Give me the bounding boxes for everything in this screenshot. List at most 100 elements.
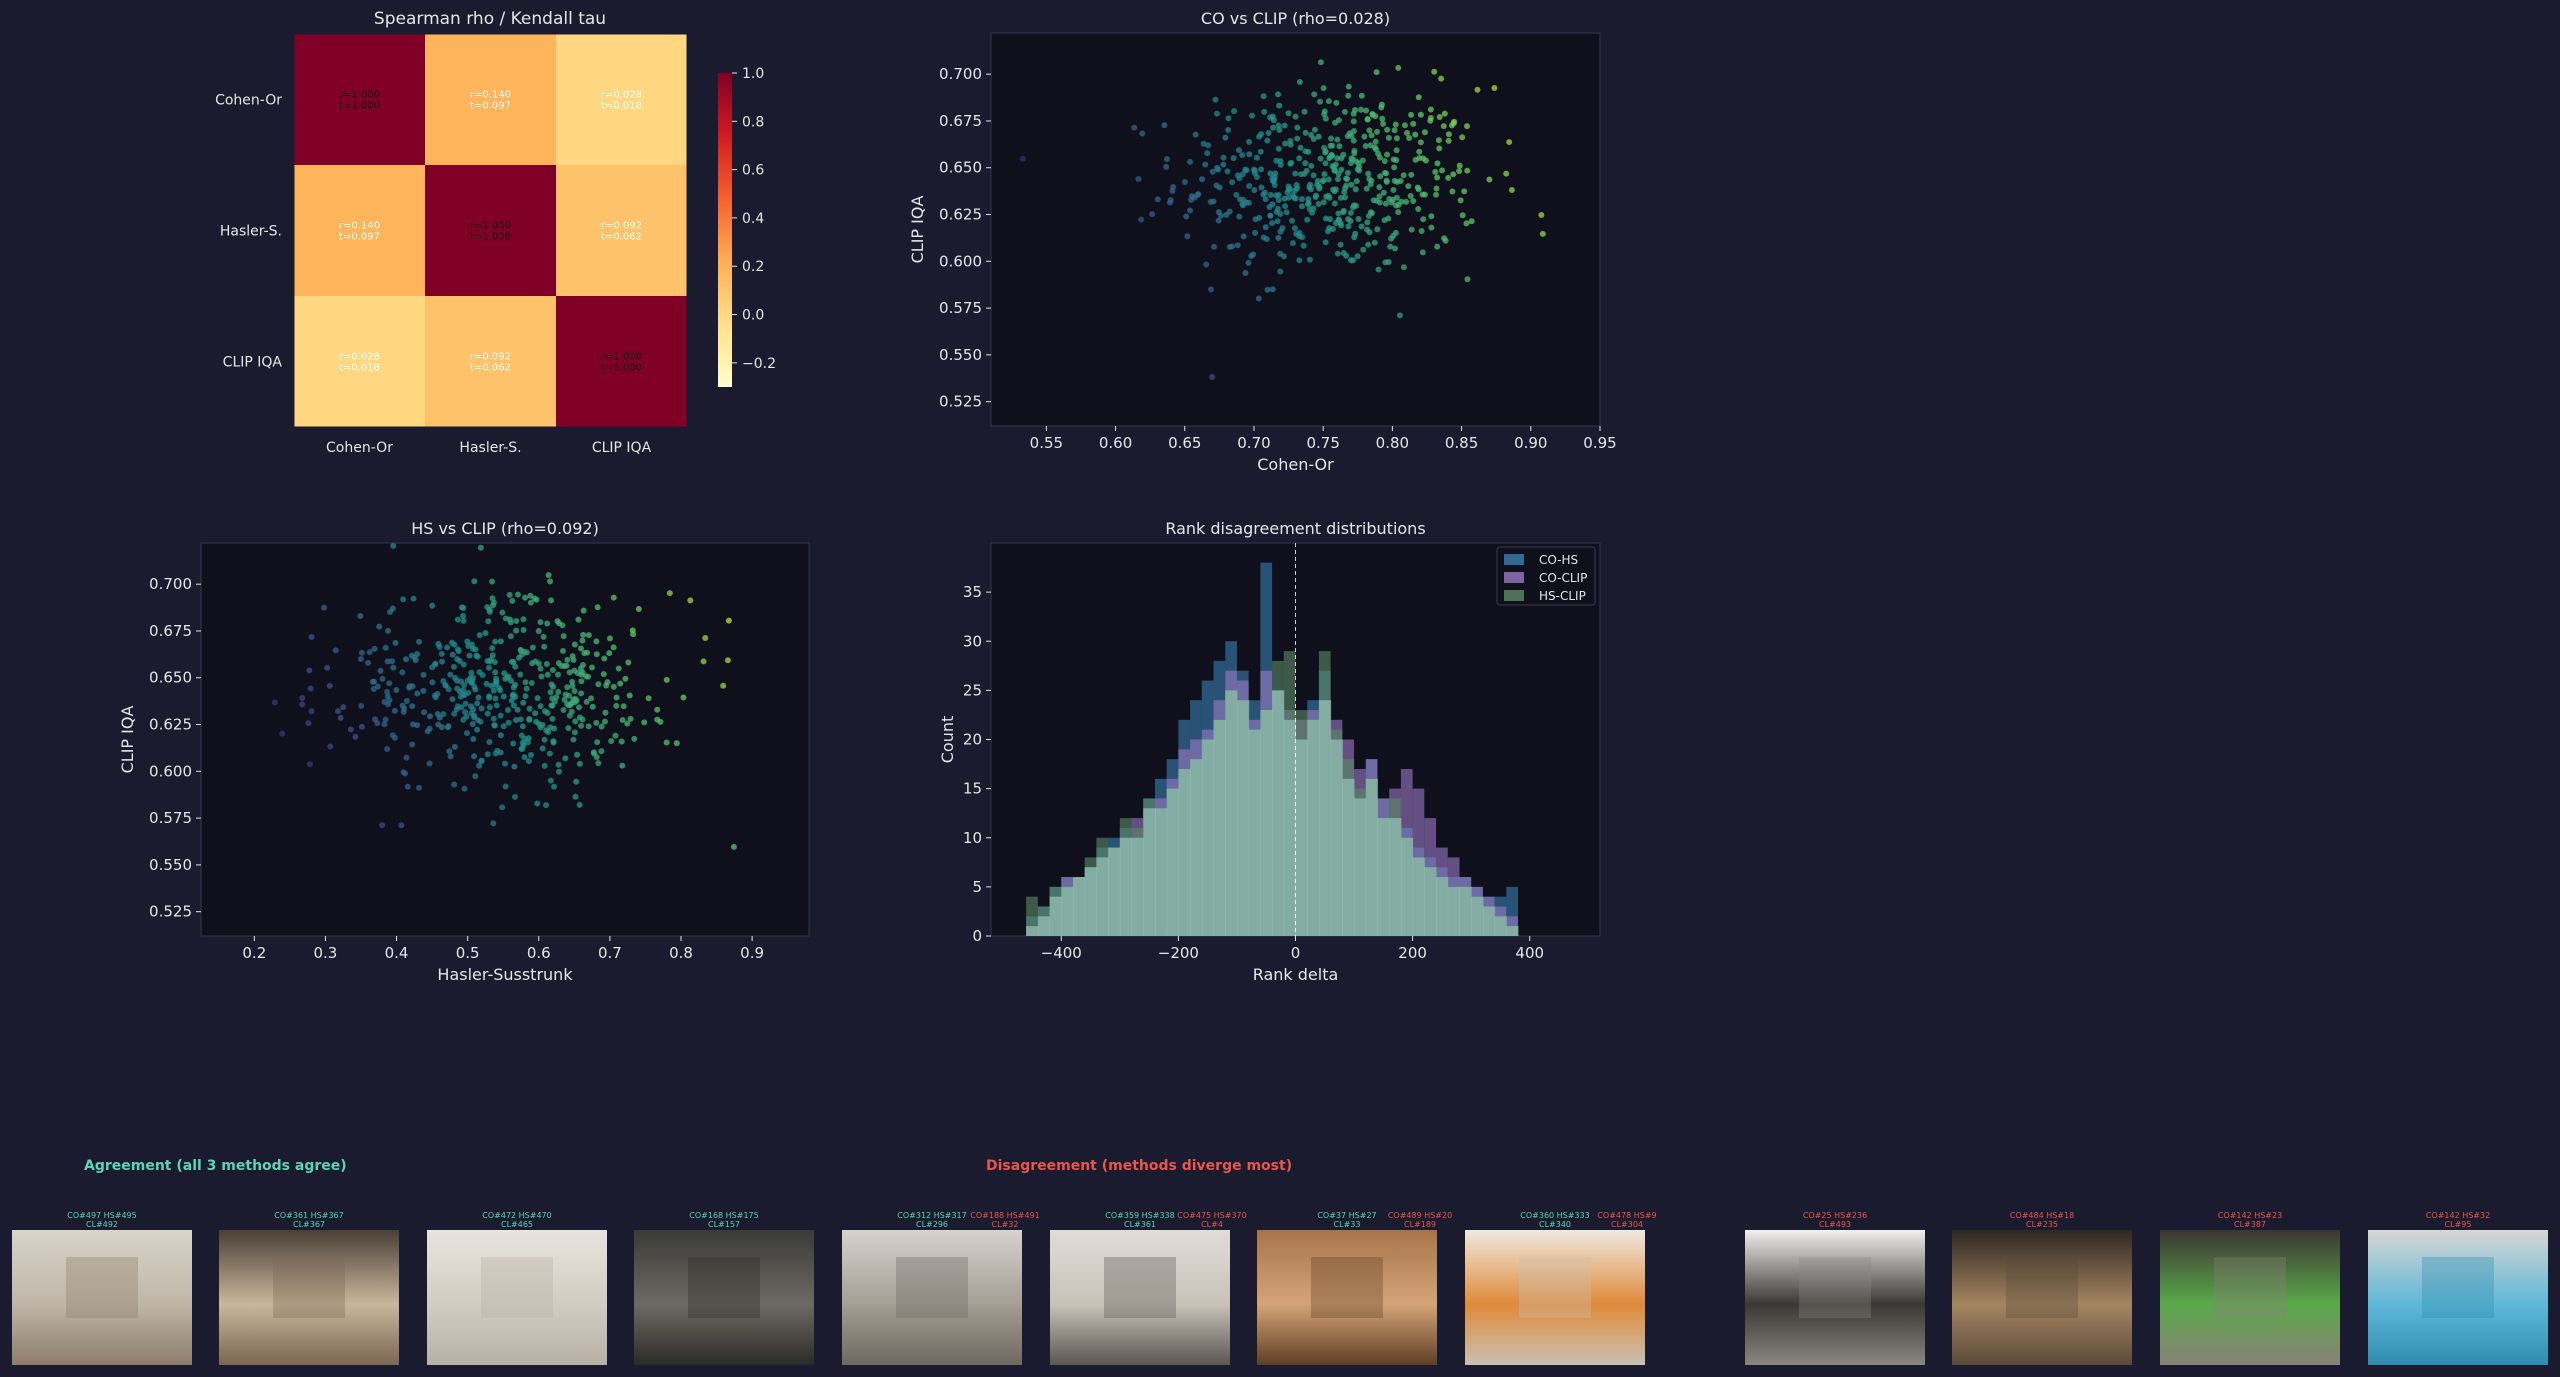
scatter-point [299, 701, 306, 708]
gallery-thumbnail[interactable] [2368, 1230, 2548, 1365]
scatter-point [1412, 156, 1419, 163]
scatter-point [1252, 216, 1259, 223]
histogram-bar [1037, 906, 1050, 936]
scatter-point [1306, 206, 1313, 213]
scatter-point [537, 724, 544, 731]
scatter-point [641, 719, 648, 726]
gallery-thumbnail[interactable] [1745, 1230, 1925, 1365]
gallery-thumbnail[interactable] [1465, 1230, 1645, 1365]
scatter-point [455, 646, 462, 653]
scatter-point [449, 696, 456, 703]
scatter-point [545, 572, 552, 579]
y-axis-label: Count [938, 716, 957, 764]
scatter-point [1340, 250, 1347, 257]
scatter-point [1539, 230, 1546, 237]
scatter-point [357, 656, 364, 663]
thumbnail-caption: CO#484 HS#18 CL#235 [1952, 1211, 2132, 1229]
scatter-point [1372, 113, 1379, 120]
scatter-point [1282, 203, 1289, 210]
histogram-bar [1190, 739, 1202, 936]
histogram-bar [1482, 906, 1495, 936]
gallery-thumbnail[interactable] [1257, 1230, 1437, 1365]
colorbar-tick-label: 0.4 [742, 211, 764, 227]
scatter-point [456, 688, 463, 695]
scatter-point [440, 711, 447, 718]
scatter-point [617, 680, 624, 687]
scatter-point [384, 688, 391, 695]
scatter-point [484, 710, 491, 717]
legend-label: HS-CLIP [1539, 589, 1586, 603]
scatter-point [1251, 170, 1258, 177]
scatter-point [1388, 199, 1395, 206]
scatter-point [1296, 257, 1303, 264]
gallery-thumbnail[interactable] [842, 1230, 1022, 1365]
histogram-bar [1318, 651, 1331, 936]
scatter-point [414, 722, 421, 729]
scatter-point [514, 591, 521, 598]
scatter-point [1389, 196, 1396, 203]
caption-clip-line: CL#492 [85, 1220, 118, 1229]
scatter-point [1321, 171, 1328, 178]
scatter-point [1267, 192, 1274, 199]
scatter-point [1450, 171, 1457, 178]
gallery-thumbnail[interactable] [634, 1230, 814, 1365]
scatter-point [523, 649, 530, 656]
histogram-bar [1506, 926, 1519, 936]
scatter-point [602, 709, 609, 716]
scatter-point [1450, 120, 1457, 127]
histogram-bar [1096, 857, 1109, 936]
scatter-point [435, 640, 442, 647]
scatter-point [420, 671, 427, 678]
scatter-point [271, 699, 278, 706]
scatter-point [518, 651, 525, 658]
scatter-point [1242, 166, 1249, 173]
scatter-point [473, 652, 480, 659]
scatter-point [579, 669, 586, 676]
scatter-point [1323, 193, 1330, 200]
scatter-point [1216, 184, 1223, 191]
scatter-point [1260, 93, 1267, 100]
scatter-point [460, 691, 467, 698]
scatter-point [1251, 166, 1258, 173]
gallery-thumbnail[interactable] [2160, 1230, 2340, 1365]
scatter-point [1320, 177, 1327, 184]
scatter-point [1361, 133, 1368, 140]
scatter-point [511, 763, 518, 770]
caption-rank-line: CO#484 HS#18 [2009, 1211, 2075, 1220]
scatter-point [564, 684, 571, 691]
scatter-point [521, 648, 528, 655]
scatter-point [463, 730, 470, 737]
scatter-point [478, 758, 485, 765]
scatter-point [386, 696, 393, 703]
scatter-point [1328, 152, 1335, 159]
scatter-point [462, 700, 469, 707]
scatter-point [1410, 120, 1417, 127]
scatter-point [1246, 183, 1253, 190]
gallery-thumbnail[interactable] [12, 1230, 192, 1365]
histogram-bar [1377, 798, 1390, 936]
scatter-point [1441, 110, 1448, 117]
scatter-point [1273, 192, 1280, 199]
gallery-thumbnail[interactable] [219, 1230, 399, 1365]
scatter-point [429, 664, 436, 671]
x-tick-label: 0.80 [1376, 434, 1409, 452]
scatter-point [444, 724, 451, 731]
gallery-thumbnail[interactable] [1050, 1230, 1230, 1365]
scatter-point [1366, 175, 1373, 182]
scatter-point [1391, 177, 1398, 184]
histogram-bar [1459, 877, 1472, 936]
gallery-thumbnail[interactable] [427, 1230, 607, 1365]
scatter-point [1240, 196, 1247, 203]
scatter-point [486, 704, 493, 711]
scatter-point [1350, 110, 1357, 117]
scatter-point [528, 752, 535, 759]
scatter-point [537, 665, 544, 672]
scatter-point [382, 644, 389, 651]
scatter-point [470, 706, 477, 713]
y-tick-label: 20 [963, 731, 982, 749]
scatter-point [547, 578, 554, 585]
scatter-point [408, 652, 415, 659]
scatter-point [1253, 154, 1260, 161]
gallery-thumbnail[interactable] [1952, 1230, 2132, 1365]
scatter-point [1250, 251, 1257, 258]
